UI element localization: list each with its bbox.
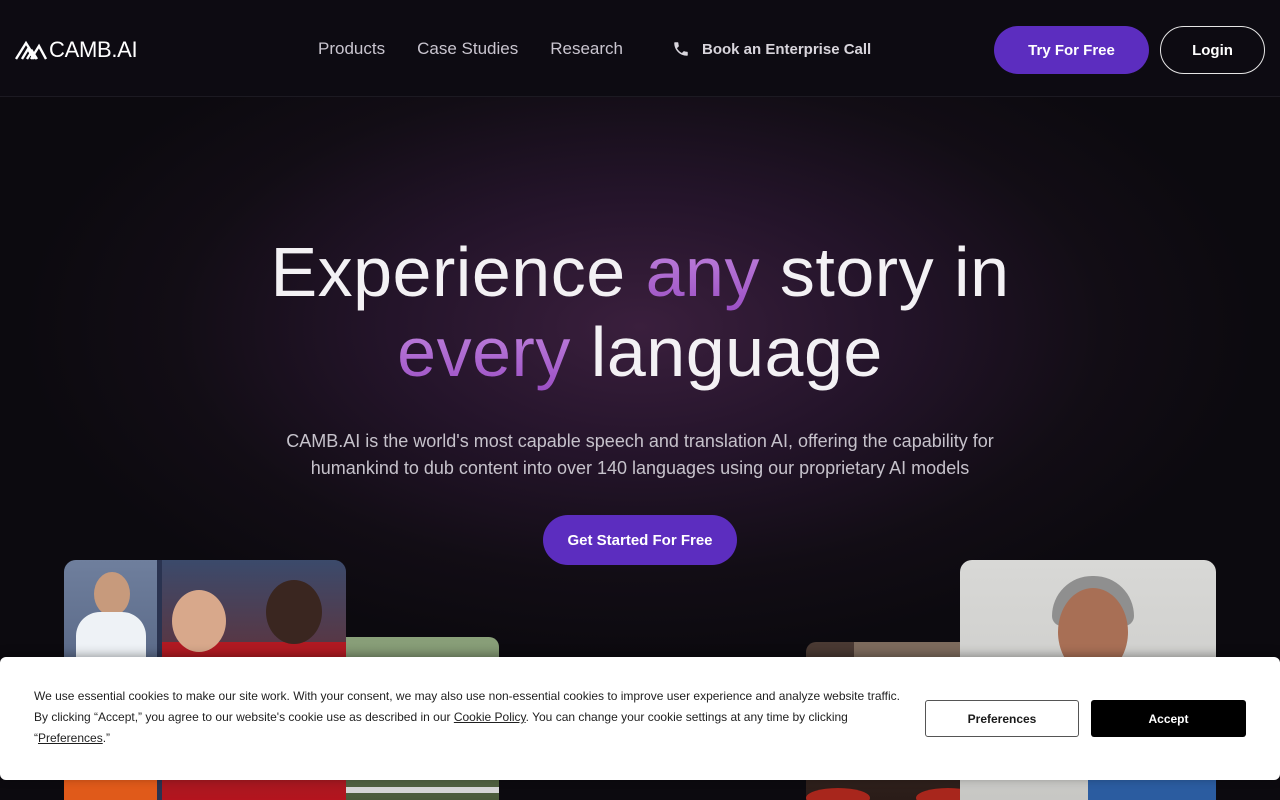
cookie-accept-button[interactable]: Accept xyxy=(1091,700,1246,737)
nav-research[interactable]: Research xyxy=(550,39,623,59)
headline-highlight-any: any xyxy=(645,233,760,311)
headline-part1: Experience xyxy=(270,233,646,311)
try-for-free-button[interactable]: Try For Free xyxy=(994,26,1149,74)
preferences-link[interactable]: Preferences xyxy=(38,731,103,745)
cookie-text-part3: .” xyxy=(102,731,111,745)
hero-subtext: CAMB.AI is the world's most capable spee… xyxy=(240,428,1040,482)
hero-subtext-line1: CAMB.AI is the world's most capable spee… xyxy=(286,431,994,451)
headline-highlight-every: every xyxy=(397,313,571,391)
get-started-button[interactable]: Get Started For Free xyxy=(543,515,737,565)
login-button[interactable]: Login xyxy=(1160,26,1265,74)
main-nav: Products Case Studies Research xyxy=(318,39,623,59)
nav-case-studies[interactable]: Case Studies xyxy=(417,39,518,59)
cookie-banner-text: We use essential cookies to make our sit… xyxy=(34,686,914,749)
cookie-policy-link[interactable]: Cookie Policy xyxy=(454,710,526,724)
hero-headline: Experience any story in every language xyxy=(0,232,1280,392)
cookie-preferences-button[interactable]: Preferences xyxy=(925,700,1079,737)
cookie-banner: We use essential cookies to make our sit… xyxy=(0,657,1280,780)
phone-icon xyxy=(674,42,688,56)
site-header: CAMB.AI Products Case Studies Research B… xyxy=(0,0,1280,97)
logo-mark-icon xyxy=(15,40,47,60)
nav-products[interactable]: Products xyxy=(318,39,385,59)
book-enterprise-call-label: Book an Enterprise Call xyxy=(702,40,872,58)
book-enterprise-call-link[interactable]: Book an Enterprise Call xyxy=(672,40,871,58)
headline-part2: story in xyxy=(759,233,1010,311)
logo[interactable]: CAMB.AI xyxy=(15,37,138,62)
logo-text: CAMB.AI xyxy=(49,37,138,62)
headline-part3: language xyxy=(570,313,883,391)
hero-subtext-line2: humankind to dub content into over 140 l… xyxy=(310,458,970,478)
